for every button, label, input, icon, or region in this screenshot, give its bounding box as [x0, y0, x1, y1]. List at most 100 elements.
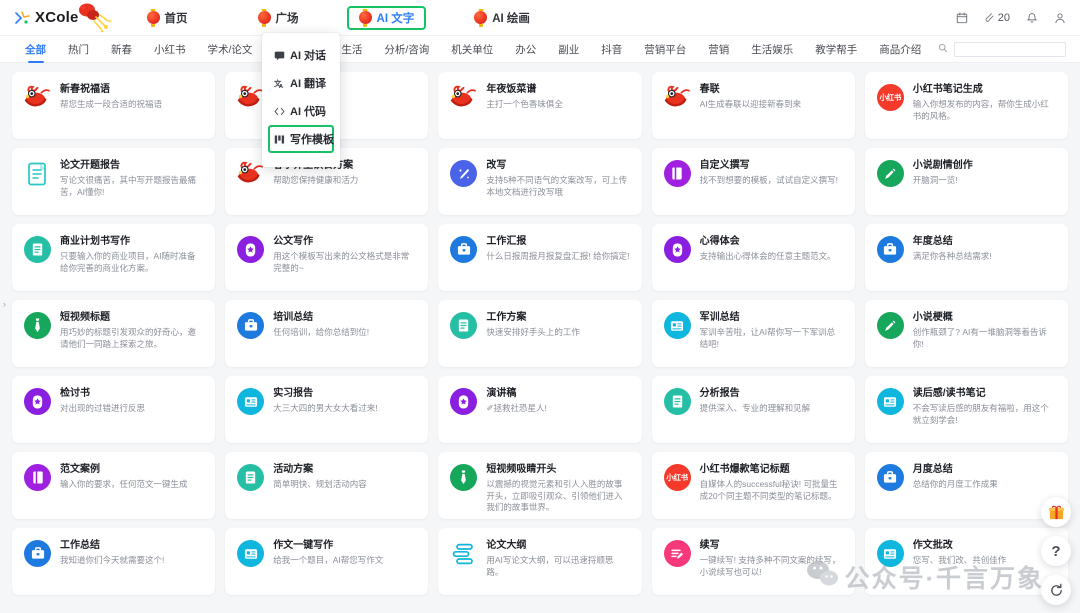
template-card[interactable]: 分析报告 提供深入、专业的理解和见解	[652, 376, 855, 443]
template-card[interactable]: 年夜饭菜谱 主打一个色香味俱全	[438, 72, 641, 139]
tab-hot[interactable]: 热门	[57, 36, 100, 63]
id-card-icon	[877, 388, 904, 415]
nav-item-ai-painting[interactable]: AI 绘画	[462, 6, 542, 30]
document-outline-icon	[24, 160, 51, 187]
card-title: 作文批改	[913, 539, 1007, 552]
topbar-right-icons: 20	[956, 12, 1066, 24]
dropdown-item-ai-translate[interactable]: 文A AI 翻译	[268, 69, 334, 97]
gift-icon	[1048, 504, 1065, 521]
nav-item-ai-text[interactable]: AI 文字	[347, 6, 427, 30]
card-description: 输入你想发布的内容，帮你生成小红书的风格。	[913, 99, 1056, 122]
card-description: 总结你的月度工作成果	[913, 479, 998, 491]
template-card[interactable]: 商业计划书写作 只要输入你的商业项目，AI随时准备给你完善的商业化方案。	[12, 224, 215, 291]
template-card[interactable]: 作文批改 您写、我们改、共创佳作	[865, 528, 1068, 595]
dropdown-item-label: 写作模板	[290, 131, 334, 147]
star-badge-icon	[237, 236, 264, 263]
template-card[interactable]: 小说梗概 创作瓶颈了? AI有一堆脑洞等着告诉你!	[865, 300, 1068, 367]
search-input[interactable]	[954, 42, 1066, 57]
card-description: 给我一个题目，AI帮您写作文	[273, 555, 383, 567]
refresh-button[interactable]	[1041, 575, 1071, 605]
card-title: 年度总结	[913, 235, 992, 248]
template-card[interactable]: 短视频吸睛开头 以震撼的视觉元素和引人入胜的故事开头，立即吸引观众、引领他们进入…	[438, 452, 641, 519]
card-icon-wrap	[24, 464, 51, 491]
template-card[interactable]: 活动方案 简单明快、规划活动内容	[225, 452, 428, 519]
coin-balance[interactable]: 20	[984, 12, 1010, 24]
template-card[interactable]: 范文案例 输入你的要求，任何范文一键生成	[12, 452, 215, 519]
card-title: 论文开题报告	[60, 159, 203, 172]
dropdown-item-ai-code[interactable]: AI 代码	[268, 97, 334, 125]
nav-item-plaza[interactable]: 广场	[246, 6, 311, 30]
sidebar-expand-arrow[interactable]: ›	[0, 291, 9, 317]
template-card[interactable]: 演讲稿 ✐拯救社恐星人!	[438, 376, 641, 443]
template-card[interactable]: 续写 一键续写! 支持多种不同文案的续写，小说续写也可以!	[652, 528, 855, 595]
template-card[interactable]: 小说剧情创作 开脑洞一览!	[865, 148, 1068, 215]
tab-analysis[interactable]: 分析/咨询	[373, 36, 440, 63]
tab-teaching-assistant[interactable]: 教学帮手	[804, 36, 868, 63]
template-card[interactable]: 实习报告 大三大四的男大女大看过来!	[225, 376, 428, 443]
template-card[interactable]: 作文一键写作 给我一个题目，AI帮您写作文	[225, 528, 428, 595]
card-text: 公文写作 用这个模板写出来的公文格式是非常完整的~	[273, 234, 416, 274]
tab-label: 小红书	[154, 42, 186, 57]
brand-logo[interactable]: XCole	[14, 9, 79, 26]
template-card[interactable]: 工作总结 我知道你们今天就需要这个!	[12, 528, 215, 595]
template-card[interactable]: 月度总结 总结你的月度工作成果	[865, 452, 1068, 519]
card-description: 任何培训，给你总结到位!	[273, 327, 369, 339]
template-card[interactable]: 小红书 小红书笔记生成 输入你想发布的内容，帮你生成小红书的风格。	[865, 72, 1068, 139]
template-card[interactable]: 论文开题报告 写论文很痛苦，其中写开题报告最痛苦，AI懂你!	[12, 148, 215, 215]
template-card[interactable]: 小红书 小红书爆款笔记标题 自媒体人的successful秘诀! 可批量生成20…	[652, 452, 855, 519]
user-avatar-icon[interactable]	[1054, 12, 1066, 24]
card-title: 实习报告	[273, 387, 377, 400]
template-card[interactable]: 论文大纲 用AI写论文大纲，可以迅速捋顺思路。	[438, 528, 641, 595]
tab-label: 营销	[708, 42, 729, 57]
template-card[interactable]: 春联 AI生成春联以迎接新春到来	[652, 72, 855, 139]
card-description: 只要输入你的商业项目，AI随时准备给你完善的商业化方案。	[60, 251, 203, 274]
template-card[interactable]: 短视频标题 用巧妙的标题引发观众的好奇心，邀请他们一同踏上探索之旅。	[12, 300, 215, 367]
template-card[interactable]: 心得体会 支持输出心得体会的任意主题范文。	[652, 224, 855, 291]
template-card[interactable]: 工作方案 快速安排好手头上的工作	[438, 300, 641, 367]
tab-life-entertainment[interactable]: 生活娱乐	[740, 36, 804, 63]
dragon-icon	[450, 96, 479, 113]
template-card[interactable]: 工作汇报 什么日报周报月报复盘汇报! 给你搞定!	[438, 224, 641, 291]
nav-item-home[interactable]: 首页	[135, 6, 200, 30]
card-text: 实习报告 大三大四的男大女大看过来!	[273, 386, 377, 415]
template-card[interactable]: 检讨书 对出现的过错进行反思	[12, 376, 215, 443]
template-card[interactable]: 自定义撰写 找不到想要的模板，试试自定义撰写!	[652, 148, 855, 215]
tab-label: 热门	[68, 42, 89, 57]
tab-marketing[interactable]: 营销	[697, 36, 740, 63]
bell-icon[interactable]	[1026, 12, 1038, 24]
template-card[interactable]: 年度总结 满足你各种总结需求!	[865, 224, 1068, 291]
tab-new-year[interactable]: 新春	[100, 36, 143, 63]
card-icon-wrap	[877, 388, 904, 415]
tab-xiaohongshu[interactable]: 小红书	[143, 36, 197, 63]
template-card[interactable]: 军训总结 军训辛苦啦，让AI帮你写一下军训总结吧!	[652, 300, 855, 367]
tab-office[interactable]: 办公	[504, 36, 547, 63]
dropdown-item-ai-chat[interactable]: AI 对话	[268, 41, 334, 69]
template-card[interactable]: 公文写作 用这个模板写出来的公文格式是非常完整的~	[225, 224, 428, 291]
card-description: 开脑洞一览!	[913, 175, 973, 187]
tab-marketing-platform[interactable]: 营销平台	[633, 36, 697, 63]
tab-government[interactable]: 机关单位	[440, 36, 504, 63]
gift-button[interactable]	[1041, 497, 1071, 527]
translate-icon: 文A	[274, 78, 285, 89]
card-icon-wrap	[450, 464, 477, 491]
tab-douyin[interactable]: 抖音	[590, 36, 633, 63]
tab-sidejob[interactable]: 副业	[547, 36, 590, 63]
card-title: 春联	[700, 83, 802, 96]
template-card[interactable]: 新春祝福语 帮您生成一段合适的祝福语	[12, 72, 215, 139]
card-text: 论文大纲 用AI写论文大纲，可以迅速捋顺思路。	[486, 538, 629, 578]
tab-product-intro[interactable]: 商品介绍	[868, 36, 932, 63]
tab-academic[interactable]: 学术/论文	[197, 36, 264, 63]
dropdown-item-label: AI 代码	[290, 103, 326, 119]
template-card[interactable]: 读后感/读书笔记 不会写读后感的朋友有福啦，用这个就立刻学会!	[865, 376, 1068, 443]
help-button[interactable]: ?	[1041, 536, 1071, 566]
template-card[interactable]: 培训总结 任何培训，给你总结到位!	[225, 300, 428, 367]
star-badge-icon	[450, 388, 477, 415]
card-description: 满足你各种总结需求!	[913, 251, 992, 263]
calendar-icon[interactable]	[956, 12, 968, 24]
tab-all[interactable]: 全部	[14, 36, 57, 63]
card-title: 短视频标题	[60, 311, 203, 324]
card-title: 培训总结	[273, 311, 369, 324]
template-card[interactable]: 改写 支持5种不同语气的文案改写，可上传本地文档进行改写哦	[438, 148, 641, 215]
dropdown-item-writing-template[interactable]: 写作模板	[268, 125, 334, 153]
document-icon	[664, 388, 691, 415]
